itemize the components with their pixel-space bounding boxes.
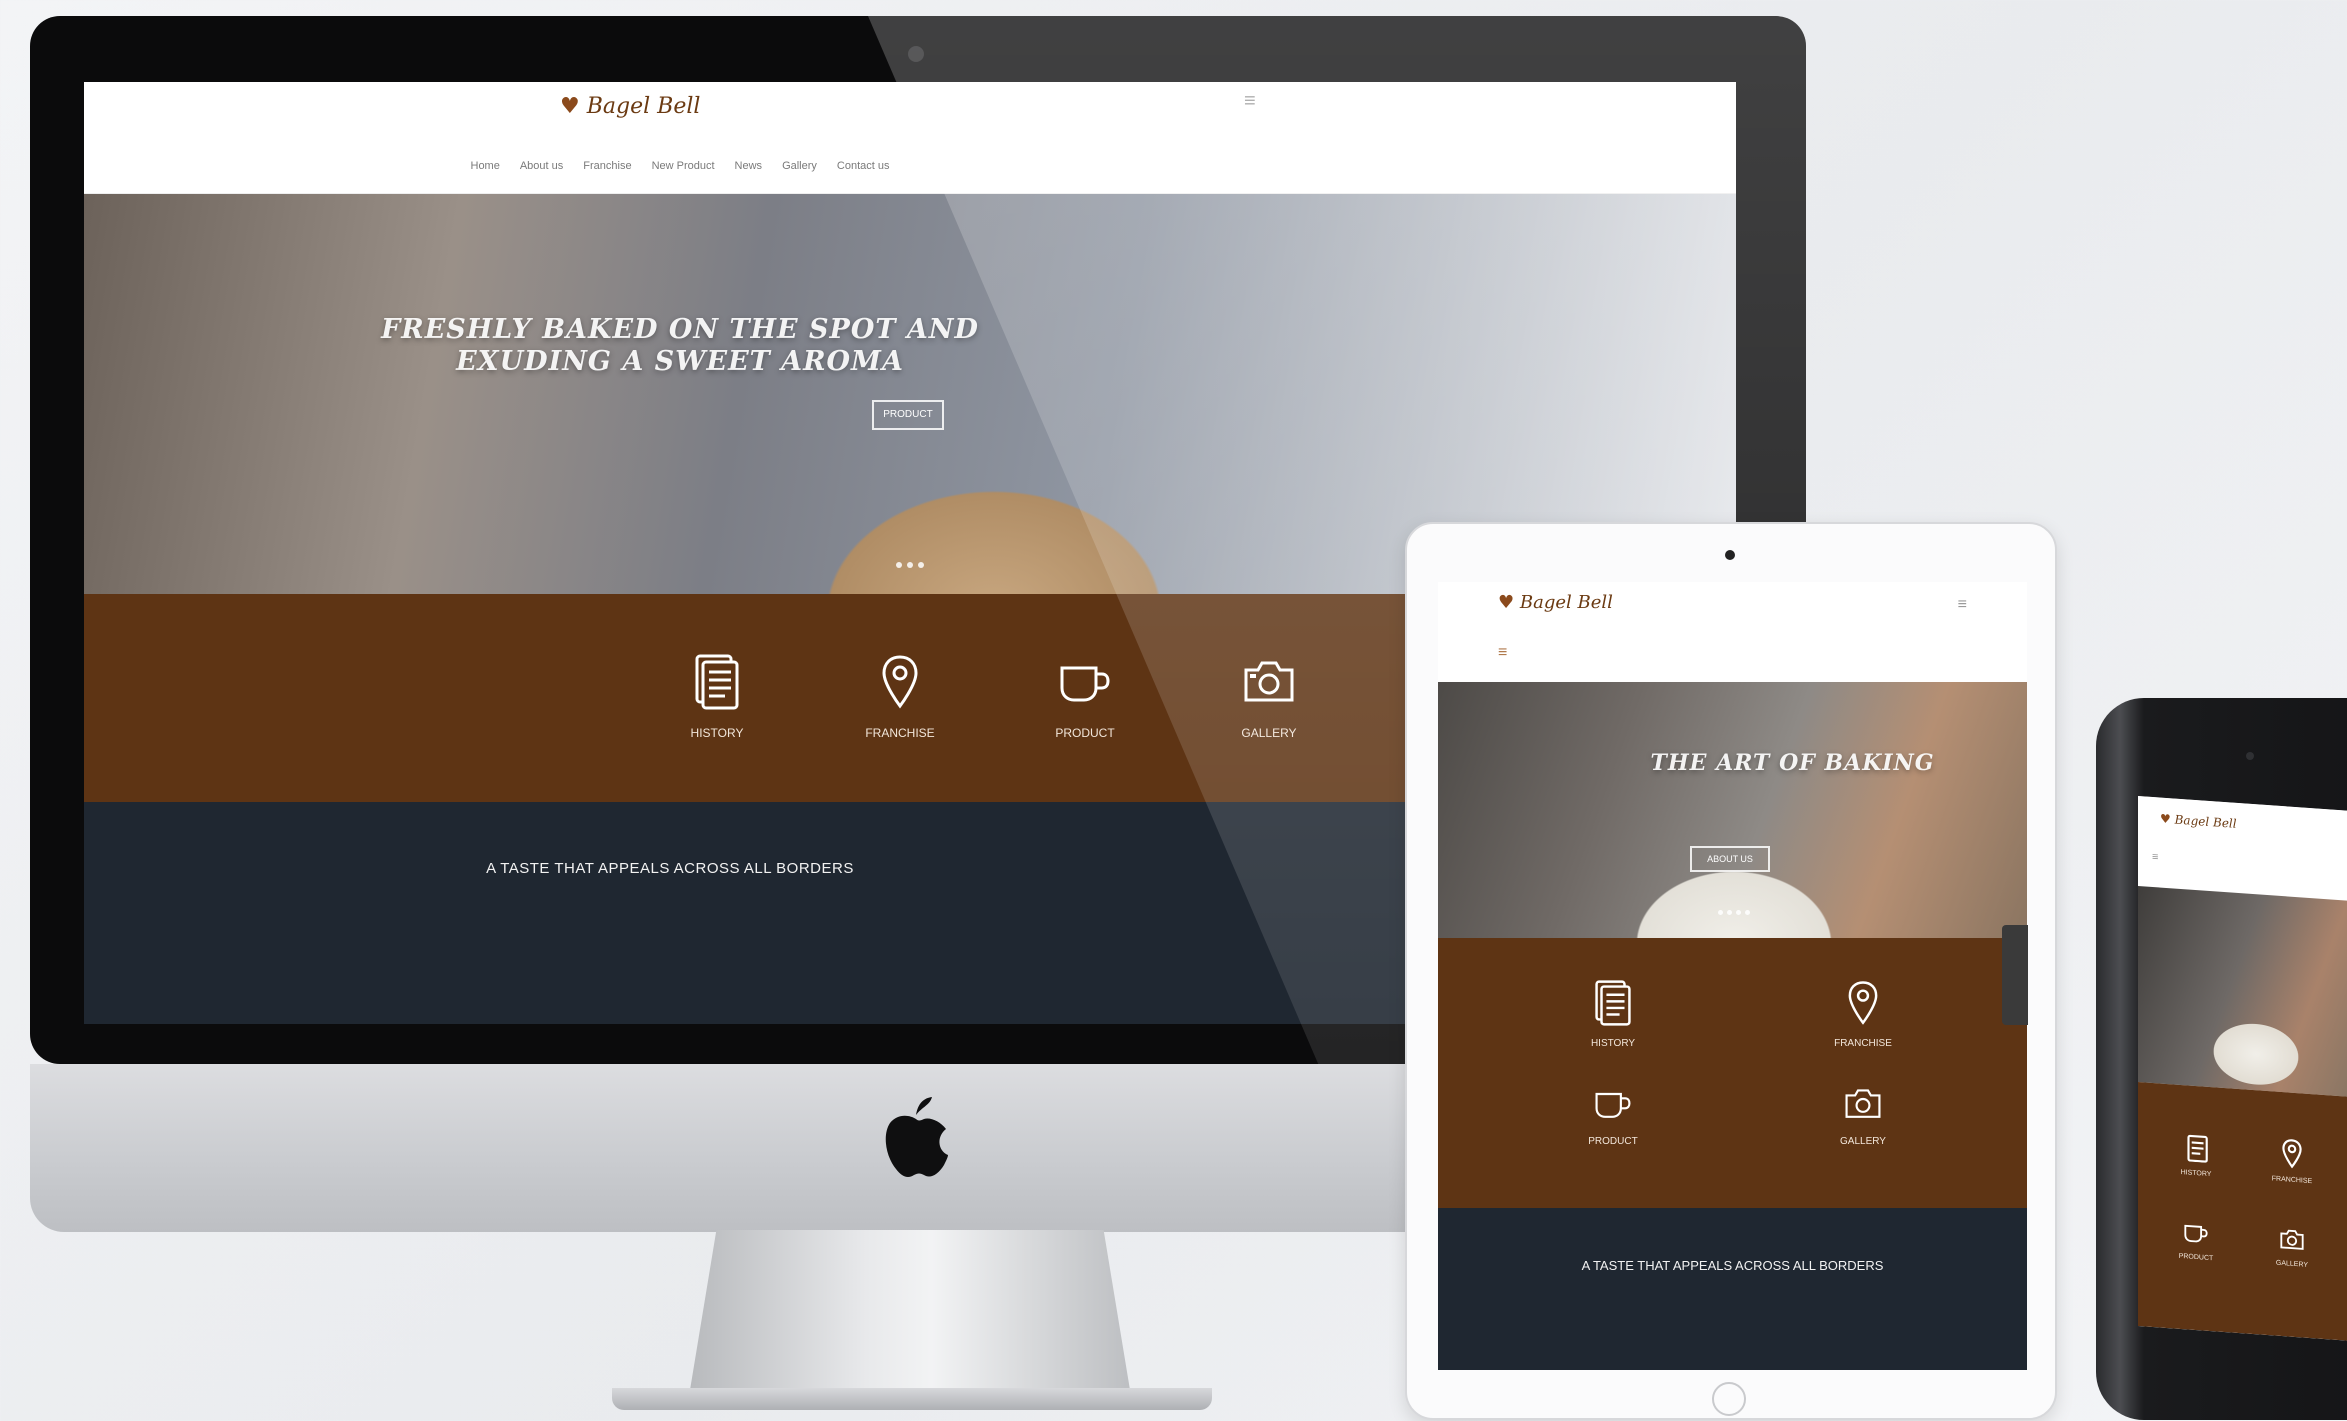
feature-franchise[interactable]: FRANCHISE	[847, 654, 953, 740]
ipad-camera	[1725, 550, 1735, 560]
cup-icon	[2184, 1224, 2208, 1243]
feature-product[interactable]: PRODUCT	[1568, 1084, 1658, 1147]
nav-item-franchise[interactable]: Franchise	[583, 160, 631, 172]
slider-dot[interactable]	[907, 562, 913, 568]
nav-item-home[interactable]: Home	[471, 160, 500, 172]
main-nav: Home About us Franchise New Product News…	[84, 160, 1276, 172]
hero-title-line-2: EXUDING A SWEET AROMA	[456, 346, 904, 377]
iphone-website-screen: ♥ Bagel Bell ≡ HISTORY FRANCHISE PRODUCT…	[2138, 796, 2347, 1341]
cup-icon	[1595, 1092, 1631, 1118]
ipad-website-screen: ♥ Bagel Bell ≡ ≡ THE ART OF BAKING About…	[1438, 582, 2027, 1370]
apple-logo-icon	[885, 1097, 948, 1177]
cup-icon	[1060, 666, 1110, 702]
feature-label: GALLERY	[1241, 726, 1297, 740]
feature-franchise[interactable]: FRANCHISE	[1818, 980, 1908, 1049]
feature-gallery[interactable]: GALLERY	[1818, 1084, 1908, 1147]
hero-about-button[interactable]: About us	[1690, 846, 1770, 872]
brand-logo-text: Bagel Bell	[586, 94, 701, 119]
slider-dot[interactable]	[918, 562, 924, 568]
camera-icon	[2280, 1229, 2304, 1250]
nav-item-gallery[interactable]: Gallery	[782, 160, 817, 172]
document-icon	[695, 654, 739, 710]
tagline-text: A TASTE THAT APPEALS ACROSS ALL BORDERS	[486, 860, 854, 877]
feature-history[interactable]: HISTORY	[664, 654, 770, 740]
tagline-text: A TASTE THAT APPEALS ACROSS ALL BORDERS	[1581, 1258, 1884, 1273]
hero-title-line-1: FRESHLY BAKED ON THE SPOT AND	[381, 314, 979, 345]
brand-logo[interactable]: ♥ Bagel Bell	[560, 94, 700, 119]
site-header: ♥ Bagel Bell ≡	[2138, 796, 2347, 901]
nav-item-contact-us[interactable]: Contact us	[837, 160, 890, 172]
feature-label: FRANCHISE	[865, 726, 935, 740]
heart-icon: ♥	[2160, 811, 2171, 827]
feature-history[interactable]: HISTORY	[2166, 1130, 2226, 1179]
hamburger-menu-icon[interactable]: ≡	[1958, 596, 1967, 614]
ipad-home-button	[1712, 1382, 1746, 1416]
site-header: ♥ Bagel Bell ≡ Home About us Franchise N…	[84, 82, 1736, 194]
hero-slider: THE ART OF BAKING About us	[1438, 682, 2027, 938]
document-icon	[2187, 1134, 2208, 1163]
map-pin-icon	[882, 655, 918, 709]
tagline-band: A TASTE THAT APPEALS ACROSS ALL BORDERS	[1438, 1208, 2027, 1370]
hamburger-menu-icon[interactable]: ≡	[1498, 644, 1507, 662]
document-icon	[1595, 980, 1631, 1026]
feature-history[interactable]: HISTORY	[1568, 980, 1658, 1049]
slider-dot[interactable]	[896, 562, 902, 568]
imac-camera	[908, 46, 924, 62]
features-band: HISTORY FRANCHISE PRODUCT GALLERY	[2138, 1082, 2347, 1341]
nav-item-about-us[interactable]: About us	[520, 160, 563, 172]
slider-dot[interactable]	[1745, 910, 1750, 915]
side-scroll-indicator[interactable]	[2002, 925, 2028, 1025]
feature-gallery[interactable]: GALLERY	[2262, 1225, 2322, 1270]
brand-logo[interactable]: ♥ Bagel Bell	[1498, 592, 1613, 613]
map-pin-icon	[1848, 981, 1878, 1025]
feature-label: HISTORY	[2180, 1168, 2212, 1179]
feature-label: PRODUCT	[2178, 1252, 2214, 1263]
feature-label: GALLERY	[1840, 1136, 1886, 1147]
slider-dot[interactable]	[1736, 910, 1741, 915]
iphone-camera	[2246, 752, 2254, 760]
hamburger-menu-icon[interactable]: ≡	[2152, 851, 2158, 863]
feature-franchise[interactable]: FRANCHISE	[2262, 1137, 2322, 1186]
heart-icon: ♥	[1498, 592, 1515, 613]
brand-logo-text: Bagel Bell	[2174, 812, 2237, 831]
slider-dot[interactable]	[1718, 910, 1723, 915]
feature-label: GALLERY	[2275, 1259, 2309, 1269]
slider-dot[interactable]	[1727, 910, 1732, 915]
brand-logo[interactable]: ♥ Bagel Bell	[2160, 812, 2237, 831]
camera-icon	[1244, 661, 1294, 702]
feature-product[interactable]: PRODUCT	[1032, 654, 1138, 740]
hero-title: FRESHLY BAKED ON THE SPOT AND EXUDING A …	[84, 314, 1276, 378]
feature-label: PRODUCT	[1055, 726, 1115, 740]
feature-gallery[interactable]: GALLERY	[1216, 654, 1322, 740]
feature-label: HISTORY	[690, 726, 744, 740]
nav-item-news[interactable]: News	[735, 160, 763, 172]
feature-label: FRANCHISE	[2271, 1175, 2313, 1186]
heart-icon: ♥	[560, 94, 580, 119]
imac-stand	[690, 1230, 1130, 1390]
hamburger-menu-icon[interactable]: ≡	[1244, 90, 1256, 113]
map-pin-icon	[2282, 1139, 2302, 1169]
features-band: HISTORY FRANCHISE PRODUCT GALLERY	[1438, 938, 2027, 1208]
imac-foot	[612, 1388, 1212, 1410]
feature-product[interactable]: PRODUCT	[2166, 1218, 2226, 1263]
hero-slider	[2138, 886, 2347, 1097]
hero-product-button[interactable]: Product	[872, 400, 944, 430]
slider-dots	[1718, 910, 1750, 915]
feature-label: HISTORY	[1590, 1038, 1636, 1049]
site-header: ♥ Bagel Bell ≡ ≡	[1438, 582, 2027, 682]
feature-label: FRANCHISE	[1834, 1038, 1892, 1049]
nav-item-new-product[interactable]: New Product	[652, 160, 715, 172]
hero-title: THE ART OF BAKING	[1650, 750, 1935, 776]
feature-label: PRODUCT	[1588, 1136, 1638, 1147]
brand-logo-text: Bagel Bell	[1519, 592, 1613, 613]
camera-icon	[1845, 1089, 1881, 1118]
slider-dots	[896, 562, 924, 568]
